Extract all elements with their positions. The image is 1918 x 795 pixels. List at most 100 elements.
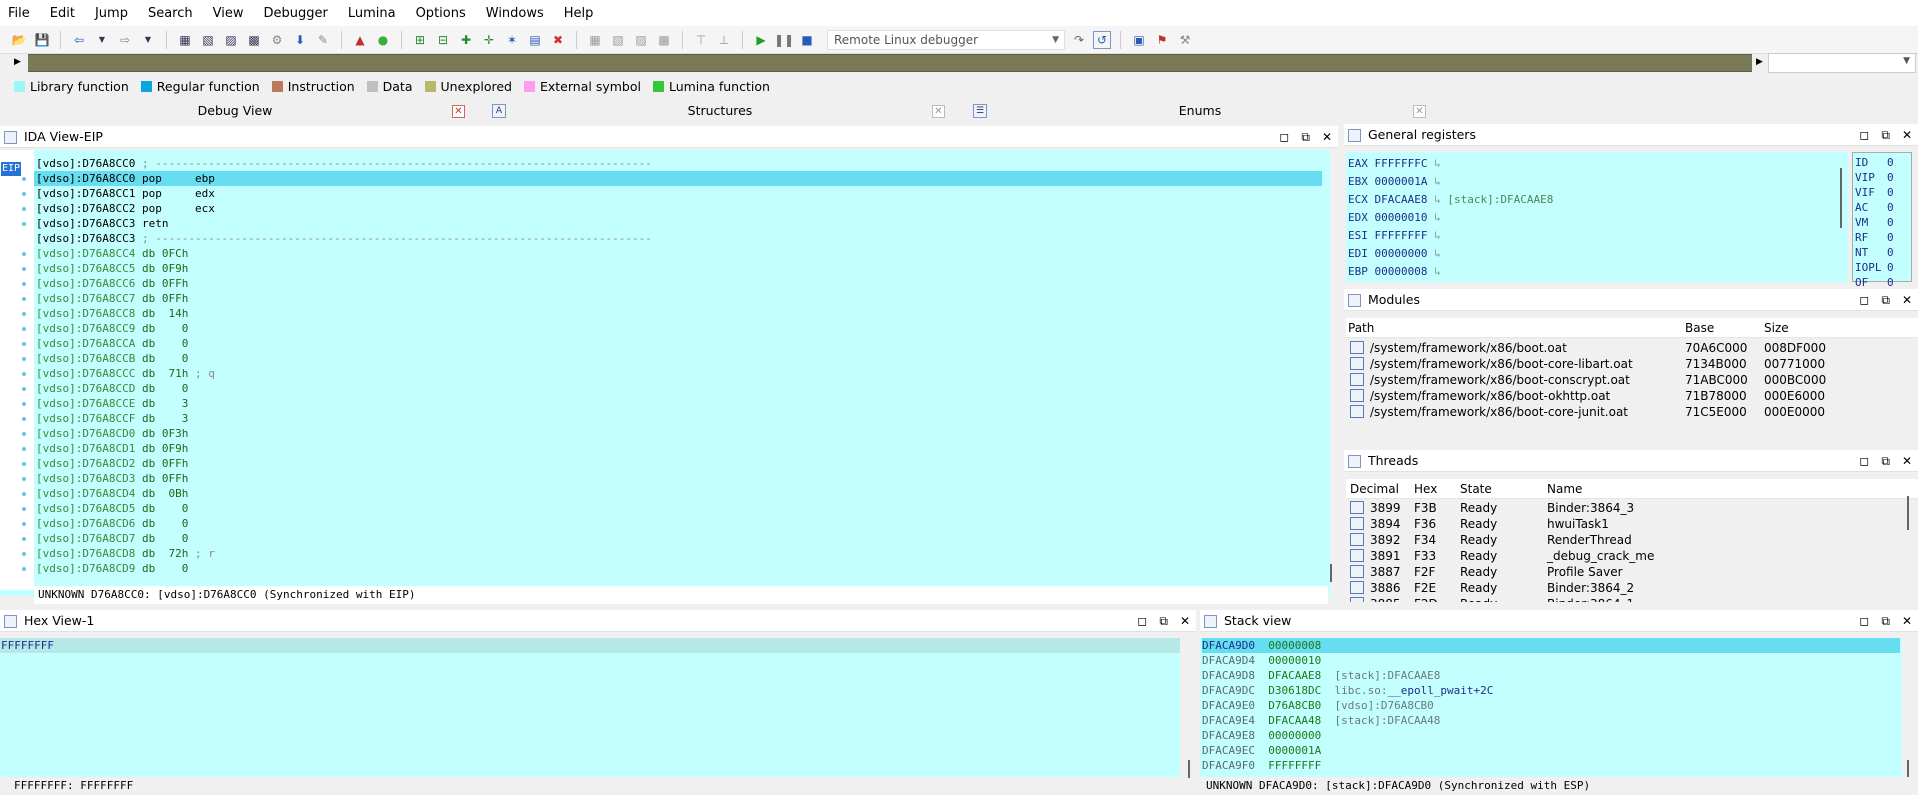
jump-arrow-icon[interactable]: ↳ — [1434, 265, 1441, 278]
restore-icon[interactable]: ⧉ — [1881, 289, 1890, 311]
register-reference[interactable]: [stack]:DFACAAE8 — [1447, 193, 1553, 206]
listing-line[interactable]: [vdso]:D76A8CC1 pop edx — [36, 186, 215, 201]
breakpoint-dot[interactable] — [22, 537, 26, 541]
thread-row[interactable]: 3892 F34 Ready RenderThread — [1346, 532, 1896, 548]
breakpoint-dot[interactable] — [22, 252, 26, 256]
stack-row[interactable]: DFACA9D0 00000008 — [1202, 638, 1900, 653]
jump-arrow-icon[interactable]: ↳ — [1434, 157, 1441, 170]
maximize-icon[interactable]: ◻ — [1859, 450, 1869, 472]
stack-value[interactable]: D30618DC — [1268, 684, 1321, 697]
flag-row[interactable]: AC 0 — [1855, 200, 1894, 215]
binary-search-icon[interactable]: ▦ — [176, 31, 194, 49]
step-into-icon[interactable]: ↷ — [1070, 31, 1088, 49]
breakpoint-dot[interactable] — [22, 402, 26, 406]
stack-row[interactable]: DFACA9E8 00000000 — [1202, 728, 1334, 743]
listing-line[interactable]: [vdso]:D76A8CC7 db 0FFh — [36, 291, 188, 306]
close-icon[interactable]: ✕ — [932, 105, 945, 118]
pause-icon[interactable]: ❚❚ — [774, 31, 794, 49]
breakpoint-dot[interactable] — [22, 312, 26, 316]
stack-reference[interactable]: [vdso]:D76A8CB0 — [1334, 699, 1433, 712]
register-value[interactable]: 00000010 — [1375, 211, 1428, 224]
stack-reference[interactable]: [stack]:DFACAA48 — [1334, 714, 1440, 727]
flags-body[interactable]: ID 0 VIP 0 VIF 0 AC 0 VM 0 RF 0 NT 0 IOPL 0 OF 0 — [1852, 152, 1912, 289]
thread-row[interactable]: 3891 F33 Ready _debug_crack_me — [1346, 548, 1896, 564]
close-icon[interactable]: ✕ — [1902, 610, 1912, 632]
stack-row[interactable]: DFACA9E4 DFACAA48 [stack]:DFACAA48 — [1202, 713, 1440, 728]
breakpoint-dot[interactable] — [22, 447, 26, 451]
flag-value[interactable]: 0 — [1887, 216, 1894, 229]
listing-line[interactable]: [vdso]:D76A8CCA db 0 — [36, 336, 188, 351]
struct2-icon[interactable]: ▧ — [609, 31, 627, 49]
column-header-base[interactable]: Base — [1685, 318, 1714, 338]
struct4-icon[interactable]: ▩ — [655, 31, 673, 49]
jump-arrow-icon[interactable]: ↳ — [1434, 229, 1441, 242]
scrollbar[interactable] — [1907, 760, 1909, 778]
column-header-hex[interactable]: Hex — [1414, 479, 1437, 499]
breakpoint-dot[interactable] — [22, 357, 26, 361]
listing-line[interactable]: [vdso]:D76A8CD8 db 72h ; r — [36, 546, 215, 561]
stack-row[interactable]: DFACA9D8 DFACAAE8 [stack]:DFACAAE8 — [1202, 668, 1440, 683]
maximize-icon[interactable]: ◻ — [1859, 610, 1869, 632]
scrollbar[interactable] — [1840, 168, 1842, 228]
listing-line[interactable]: [vdso]:D76A8CD0 db 0F3h — [36, 426, 188, 441]
maximize-icon[interactable]: ◻ — [1137, 610, 1147, 632]
menu-jump[interactable]: Jump — [95, 6, 128, 21]
add-multi-icon[interactable]: ✛ — [480, 31, 498, 49]
thread-row[interactable]: 3886 F2E Ready Binder:3864_2 — [1346, 580, 1896, 596]
circle-icon[interactable]: ● — [374, 31, 392, 49]
stack-value[interactable]: DFACAAE8 — [1268, 669, 1321, 682]
close-icon[interactable]: ✕ — [452, 105, 465, 118]
stack-value[interactable]: 00000008 — [1268, 639, 1321, 652]
register-value[interactable]: 00000008 — [1375, 265, 1428, 278]
search-down-icon[interactable]: ⬇ — [291, 31, 309, 49]
stop-icon[interactable]: ■ — [798, 31, 816, 49]
register-value[interactable]: 00000000 — [1375, 247, 1428, 260]
tracing-off-icon[interactable]: ⚒ — [1176, 31, 1194, 49]
flag-row[interactable]: OF 0 — [1855, 275, 1894, 290]
stack-value[interactable]: FFFFFFFF — [1268, 759, 1321, 772]
module-row[interactable]: /system/framework/x86/boot-okhttp.oat 71B… — [1346, 388, 1896, 404]
flag-row[interactable]: VIF 0 — [1855, 185, 1894, 200]
listing-line[interactable]: [vdso]:D76A8CD6 db 0 — [36, 516, 188, 531]
nav-left-arrow-icon[interactable]: ▶ — [14, 57, 21, 67]
register-value[interactable]: 0000001A — [1375, 175, 1428, 188]
tab-structures[interactable]: Structures — [480, 100, 960, 122]
breakpoint-dot[interactable] — [22, 192, 26, 196]
flag-row[interactable]: VM 0 — [1855, 215, 1894, 230]
thread-row[interactable]: 3885 F2D Ready Binder:3864_1 — [1346, 596, 1896, 602]
restore-icon[interactable]: ⧉ — [1881, 450, 1890, 472]
menu-debugger[interactable]: Debugger — [263, 6, 327, 21]
thread-row[interactable]: 3887 F2F Ready Profile Saver — [1346, 564, 1896, 580]
column-header-state[interactable]: State — [1460, 479, 1492, 499]
module-row[interactable]: /system/framework/x86/boot-conscrypt.oat… — [1346, 372, 1896, 388]
breakpoint-dot[interactable] — [22, 507, 26, 511]
breakpoint-dot[interactable] — [22, 342, 26, 346]
breakpoint-dot[interactable] — [22, 432, 26, 436]
restore-icon[interactable]: ⧉ — [1301, 126, 1310, 148]
register-row[interactable]: EDI 00000000 ↳ — [1348, 245, 1447, 263]
run-icon[interactable]: ▶ — [752, 31, 770, 49]
flag-row[interactable]: IOPL 0 — [1855, 260, 1894, 275]
breakpoint-dot[interactable] — [22, 267, 26, 271]
close-icon[interactable]: ✕ — [1322, 126, 1332, 148]
stack-value[interactable]: D76A8CB0 — [1268, 699, 1321, 712]
tab-debug-view[interactable]: Debug View — [0, 100, 470, 122]
flag-value[interactable]: 0 — [1887, 261, 1894, 274]
chart-icon[interactable]: ▤ — [526, 31, 544, 49]
maximize-icon[interactable]: ◻ — [1279, 126, 1289, 148]
flag-row[interactable]: NT 0 — [1855, 245, 1894, 260]
breakpoint-dot[interactable] — [22, 462, 26, 466]
breakpoint-dot[interactable] — [22, 372, 26, 376]
breakpoint-dot[interactable] — [22, 207, 26, 211]
breakpoint-dot[interactable] — [22, 222, 26, 226]
maximize-icon[interactable]: ◻ — [1859, 289, 1869, 311]
stack-view-body[interactable]: DFACA9D0 00000008 DFACA9D4 00000010 DFAC… — [1200, 638, 1902, 778]
breakpoint-dot[interactable] — [22, 282, 26, 286]
flag-value[interactable]: 0 — [1887, 276, 1894, 289]
step-over-icon[interactable]: ↺ — [1093, 30, 1111, 49]
module-row[interactable]: /system/framework/x86/boot-core-libart.o… — [1346, 356, 1896, 372]
struct3-icon[interactable]: ▨ — [632, 31, 650, 49]
flag-value[interactable]: 0 — [1887, 171, 1894, 184]
listing-line[interactable]: [vdso]:D76A8CD2 db 0FFh — [36, 456, 188, 471]
register-value[interactable]: FFFFFFFC — [1375, 157, 1428, 170]
